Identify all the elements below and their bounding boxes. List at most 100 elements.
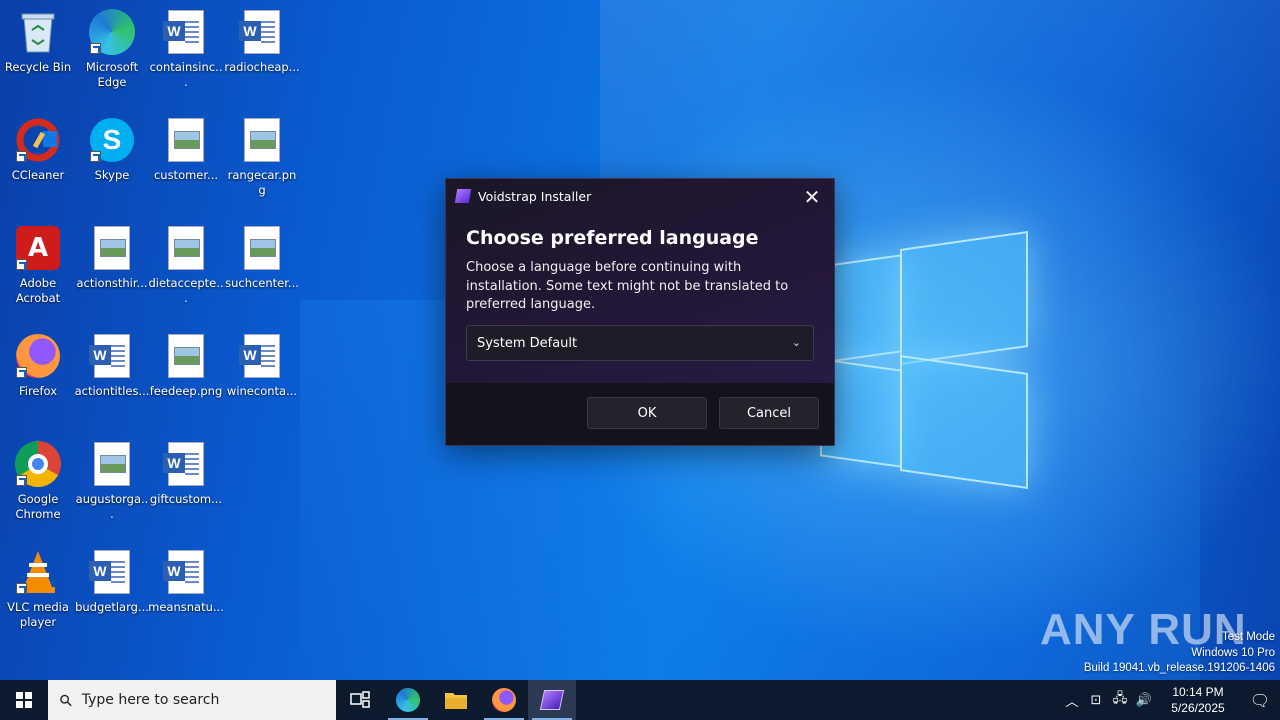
icon-label: wineconta... <box>226 384 298 398</box>
icon-label: Microsoft Edge <box>85 60 139 89</box>
taskbar-firefox-button[interactable] <box>480 680 528 720</box>
firefox-icon <box>14 332 62 380</box>
language-select-value: System Default <box>477 335 578 351</box>
acrobat-icon: A <box>14 224 62 272</box>
ccleaner-icon <box>14 116 62 164</box>
notification-center-icon[interactable]: 🗨 <box>1240 691 1280 710</box>
vlc-icon <box>14 548 62 596</box>
taskbar-file-explorer-button[interactable] <box>432 680 480 720</box>
word-doc-icon: W <box>88 548 136 596</box>
edge-icon <box>396 688 420 712</box>
word-doc-icon: W <box>162 548 210 596</box>
desktop-icon-word-file[interactable]: W actiontitles... <box>74 332 150 399</box>
windows-logo-icon <box>16 692 32 708</box>
desktop-icon-image-file[interactable]: rangecar.png <box>224 116 300 198</box>
system-tray: ︿ ⊡ 🖧 🔊 10:14 PM 5/26/2025 🗨 <box>1060 680 1280 720</box>
dialog-description: Choose a language before continuing with… <box>466 260 789 312</box>
word-doc-icon: W <box>238 332 286 380</box>
icon-label: augustorga... <box>75 492 149 521</box>
start-button[interactable] <box>0 680 48 720</box>
volume-icon[interactable]: 🔊 <box>1132 693 1156 708</box>
system-info-watermark: Test Mode Windows 10 Pro Build 19041.vb_… <box>1084 630 1275 677</box>
taskbar-edge-button[interactable] <box>384 680 432 720</box>
cancel-button[interactable]: Cancel <box>719 397 819 429</box>
voidstrap-icon <box>454 189 472 203</box>
dialog-heading: Choose preferred language <box>466 227 759 249</box>
task-view-button[interactable] <box>336 680 384 720</box>
icon-label: radiocheap... <box>224 60 300 74</box>
close-icon[interactable]: ✕ <box>798 183 826 211</box>
os-name-text: Windows 10 Pro <box>1191 646 1275 659</box>
image-file-icon <box>88 224 136 272</box>
desktop-icon-image-file[interactable]: customer... <box>148 116 224 183</box>
chevron-down-icon: ⌄ <box>791 336 801 349</box>
desktop-icon-adobe-acrobat[interactable]: A Adobe Acrobat <box>0 224 76 306</box>
clock-date: 5/26/2025 <box>1171 701 1225 715</box>
desktop-icon-image-file[interactable]: suchcenter... <box>224 224 300 291</box>
desktop-icon-skype[interactable]: S Skype <box>74 116 150 183</box>
desktop-icon-image-file[interactable]: augustorga... <box>74 440 150 522</box>
dialog-footer: OK Cancel <box>446 383 834 445</box>
icon-label: suchcenter... <box>225 276 299 290</box>
icon-label: feedeep.png <box>149 384 223 398</box>
word-doc-icon: W <box>88 332 136 380</box>
icon-label: Adobe Acrobat <box>15 276 61 305</box>
desktop-icon-image-file[interactable]: feedeep.png <box>148 332 224 399</box>
icon-label: budgetlarg... <box>75 600 149 614</box>
ok-button[interactable]: OK <box>587 397 707 429</box>
image-file-icon <box>162 116 210 164</box>
taskbar-voidstrap-button[interactable] <box>528 680 576 720</box>
voidstrap-installer-dialog: Voidstrap Installer ✕ Choose preferred l… <box>445 178 835 446</box>
word-doc-icon: W <box>162 440 210 488</box>
icon-label: VLC media player <box>7 600 69 629</box>
icon-label: giftcustom... <box>149 492 223 506</box>
chevron-up-icon[interactable]: ︿ <box>1060 691 1084 710</box>
build-text: Build 19041.vb_release.191206-1406 <box>1083 662 1275 674</box>
image-file-icon <box>238 116 286 164</box>
network-icon[interactable]: 🖧 <box>1108 689 1132 711</box>
desktop-icon-microsoft-edge[interactable]: Microsoft Edge <box>74 8 150 90</box>
desktop-icon-word-file[interactable]: W meansnatu... <box>148 548 224 615</box>
image-file-icon <box>238 224 286 272</box>
desktop-icon-word-file[interactable]: W radiocheap... <box>224 8 300 75</box>
desktop-icon-ccleaner[interactable]: CCleaner <box>0 116 76 183</box>
icon-label: Firefox <box>18 384 58 398</box>
desktop-icon-word-file[interactable]: W budgetlarg... <box>74 548 150 615</box>
chrome-icon <box>14 440 62 488</box>
desktop-icon-firefox[interactable]: Firefox <box>0 332 76 399</box>
dialog-titlebar[interactable]: Voidstrap Installer <box>446 179 834 213</box>
icon-label: actiontitles... <box>74 384 150 398</box>
icon-label: customer... <box>153 168 219 182</box>
icon-label: Recycle Bin <box>4 60 72 74</box>
image-file-icon <box>88 440 136 488</box>
desktop-icon-recycle-bin[interactable]: Recycle Bin <box>0 8 76 75</box>
desktop-icon-image-file[interactable]: dietaccepte... <box>148 224 224 306</box>
edge-icon <box>88 8 136 56</box>
desktop-icon-vlc[interactable]: VLC media player <box>0 548 76 630</box>
icon-label: dietaccepte... <box>148 276 224 305</box>
image-file-icon <box>162 224 210 272</box>
clock[interactable]: 10:14 PM 5/26/2025 <box>1156 684 1240 716</box>
tray-app-icon[interactable]: ⊡ <box>1084 693 1108 708</box>
voidstrap-icon <box>539 690 565 710</box>
desktop-icon-word-file[interactable]: W wineconta... <box>224 332 300 399</box>
search-icon: ⚲ <box>54 689 77 711</box>
icon-label: Skype <box>94 168 130 182</box>
icon-label: actionsthir... <box>76 276 148 290</box>
desktop-icon-word-file[interactable]: W giftcustom... <box>148 440 224 507</box>
skype-icon: S <box>88 116 136 164</box>
search-placeholder: Type here to search <box>81 692 220 708</box>
language-select[interactable]: System Default ⌄ <box>466 325 814 361</box>
taskbar: ⚲ Type here to search ︿ ⊡ 🖧 🔊 10:14 PM 5… <box>0 680 1280 720</box>
desktop-icon-word-file[interactable]: W containsinc... <box>148 8 224 90</box>
icon-label: meansnatu... <box>148 600 224 614</box>
test-mode-text: Test Mode <box>1221 631 1275 643</box>
desktop-icon-image-file[interactable]: actionsthir... <box>74 224 150 291</box>
icon-label: rangecar.png <box>227 168 297 197</box>
firefox-icon <box>492 688 516 712</box>
taskbar-search-box[interactable]: ⚲ Type here to search <box>48 680 336 720</box>
recycle-bin-icon <box>14 8 62 56</box>
image-file-icon <box>162 332 210 380</box>
desktop-icon-google-chrome[interactable]: Google Chrome <box>0 440 76 522</box>
icon-label: CCleaner <box>11 168 65 182</box>
